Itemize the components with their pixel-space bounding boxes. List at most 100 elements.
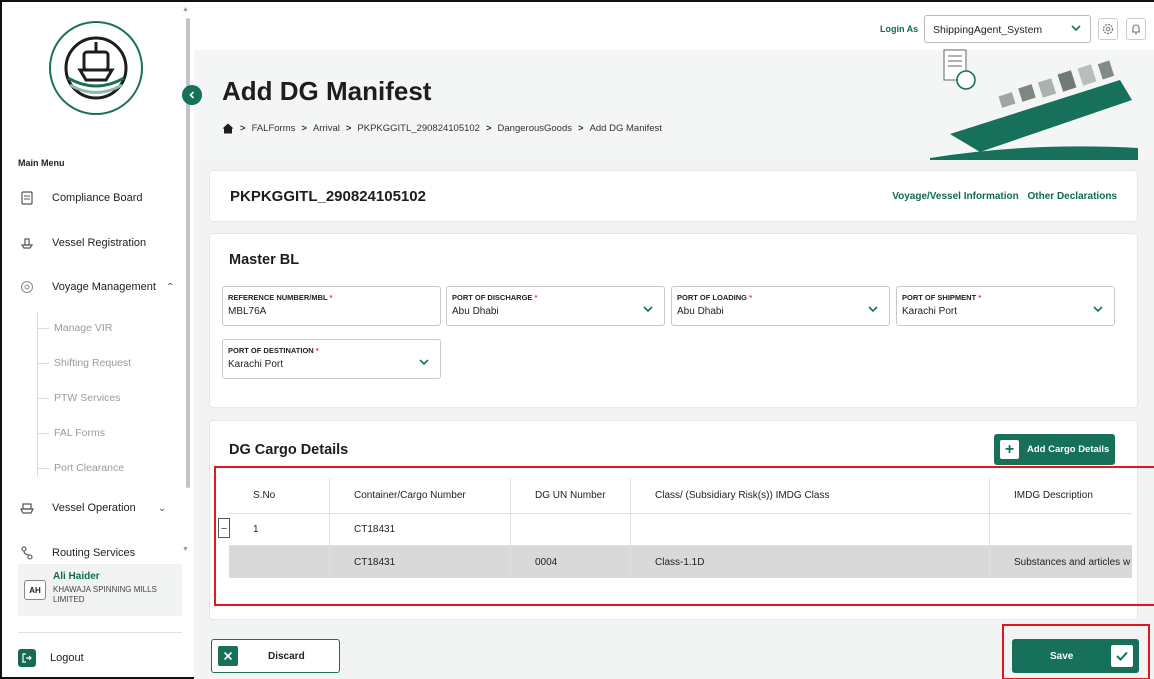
sidebar-subitem-shifting-request[interactable]: Shifting Request <box>54 357 131 369</box>
chevron-down-icon <box>642 301 654 319</box>
sidebar-divider <box>18 632 182 633</box>
add-cargo-label: Add Cargo Details <box>1027 444 1110 455</box>
field-label: PORT OF DISCHARGE * <box>452 293 538 302</box>
clipboard-icon <box>18 189 36 207</box>
chevron-down-icon <box>1070 23 1082 36</box>
field-value: Abu Dhabi <box>452 306 499 317</box>
portverse-logo <box>49 21 143 115</box>
page-title: Add DG Manifest <box>222 76 432 106</box>
save-label: Save <box>1050 650 1074 662</box>
sidebar-item-label: Vessel Registration <box>52 237 147 249</box>
breadcrumb-item[interactable]: PKPKGGITL_290824105102 <box>357 123 480 134</box>
chevron-left-icon <box>189 91 195 99</box>
sidebar-item-compliance-board[interactable]: Compliance Board <box>18 186 143 210</box>
breadcrumb-separator: > <box>240 123 246 134</box>
role-select-value: ShippingAgent_System <box>933 24 1043 36</box>
chevron-down-icon: ⌄ <box>157 502 167 514</box>
route-icon <box>18 544 36 562</box>
dg-cargo-title: DG Cargo Details <box>229 442 349 458</box>
bell-icon <box>1132 24 1140 35</box>
voyage-vessel-information-link[interactable]: Voyage/Vessel Information <box>892 191 1019 202</box>
port-of-destination-select[interactable]: PORT OF DESTINATION * Karachi Port <box>222 339 441 379</box>
home-icon[interactable] <box>222 123 234 134</box>
cargo-ship-illustration <box>930 49 1138 160</box>
reference-number-field[interactable]: REFERENCE NUMBER/MBL * MBL76A <box>222 286 441 326</box>
field-label: PORT OF SHIPMENT * <box>902 293 982 302</box>
sidebar-item-vessel-registration[interactable]: Vessel Registration <box>18 231 146 255</box>
avatar: AH <box>24 580 46 600</box>
main-menu-heading: Main Menu <box>18 158 65 168</box>
logout-icon <box>18 649 36 667</box>
sidebar-item-label: Voyage Management <box>52 281 156 293</box>
logout-button[interactable]: Logout <box>18 649 84 667</box>
settings-button[interactable] <box>1098 18 1118 40</box>
anchor-icon <box>18 278 36 296</box>
login-as-label: Login As <box>880 24 919 34</box>
submenu-tick <box>37 363 49 364</box>
sidebar-subitem-port-clearance[interactable]: Port Clearance <box>54 462 124 474</box>
sidebar-item-label: Routing Services <box>52 547 136 559</box>
gear-icon <box>1102 23 1114 35</box>
role-select[interactable]: ShippingAgent_System <box>924 15 1091 43</box>
chevron-down-icon <box>1092 301 1104 319</box>
user-profile-card[interactable]: AH Ali Haider KHAWAJA SPINNING MILLS LIM… <box>18 564 182 616</box>
field-value: MBL76A <box>228 306 267 317</box>
submenu-tick <box>37 328 49 329</box>
chevron-down-icon <box>867 301 879 319</box>
submenu-tick <box>37 468 49 469</box>
sidebar-item-routing-services[interactable]: Routing Services <box>18 541 135 565</box>
sidebar-subitem-ptw-services[interactable]: PTW Services <box>54 392 121 404</box>
user-organization: KHAWAJA SPINNING MILLS LIMITED <box>53 585 157 604</box>
save-button[interactable]: Save <box>1012 639 1139 673</box>
breadcrumb-separator: > <box>345 123 352 134</box>
other-declarations-link[interactable]: Other Declarations <box>1028 191 1117 202</box>
add-cargo-details-button[interactable]: + Add Cargo Details <box>994 434 1115 465</box>
breadcrumb-separator: > <box>485 123 492 134</box>
sidebar-subitem-manage-vir[interactable]: Manage VIR <box>54 322 112 334</box>
collapse-sidebar-button[interactable] <box>182 85 202 105</box>
master-bl-title: Master BL <box>229 252 300 268</box>
sidebar-subitem-fal-forms[interactable]: FAL Forms <box>54 427 105 439</box>
field-value: Karachi Port <box>228 359 284 370</box>
field-label: PORT OF DESTINATION * <box>228 346 319 355</box>
vir-header-card: PKPKGGITL_290824105102 Voyage/Vessel Inf… <box>209 170 1138 222</box>
discard-button[interactable]: Discard <box>211 639 340 673</box>
chevron-down-icon <box>418 354 430 372</box>
discard-label: Discard <box>268 650 305 662</box>
field-value: Karachi Port <box>902 306 958 317</box>
sidebar-item-voyage-management[interactable]: Voyage Management ⌃ <box>18 275 174 299</box>
close-icon <box>218 646 238 666</box>
breadcrumb-current: Add DG Manifest <box>589 123 662 134</box>
scroll-down-arrow[interactable]: ▼ <box>182 546 189 553</box>
chevron-up-icon: ⌃ <box>165 281 175 293</box>
breadcrumb-item[interactable]: FALForms <box>252 123 296 134</box>
breadcrumb-item[interactable]: Arrival <box>313 123 340 134</box>
card-links: Voyage/Vessel Information Other Declarat… <box>886 191 1117 202</box>
port-of-discharge-select[interactable]: PORT OF DISCHARGE * Abu Dhabi <box>446 286 665 326</box>
field-value: Abu Dhabi <box>677 306 724 317</box>
sidebar-item-label: Vessel Operation <box>52 502 136 514</box>
sidebar-item-vessel-operation[interactable]: Vessel Operation ⌄ <box>18 496 166 520</box>
breadcrumb-separator: > <box>578 123 584 134</box>
breadcrumb-separator: > <box>301 123 307 134</box>
user-name: Ali Haider <box>53 571 100 582</box>
plus-icon: + <box>1000 440 1019 459</box>
vir-number: PKPKGGITL_290824105102 <box>230 188 426 205</box>
submenu-tick <box>37 398 49 399</box>
submenu-guide-line <box>37 312 38 477</box>
notifications-button[interactable] <box>1126 18 1146 40</box>
port-of-shipment-select[interactable]: PORT OF SHIPMENT * Karachi Port <box>896 286 1115 326</box>
port-of-loading-select[interactable]: PORT OF LOADING * Abu Dhabi <box>671 286 890 326</box>
field-label: REFERENCE NUMBER/MBL * <box>228 293 333 302</box>
sidebar: Main Menu Compliance Board Vessel Regist… <box>2 2 192 677</box>
breadcrumb-item[interactable]: DangerousGoods <box>498 123 572 134</box>
highlight-box <box>214 466 1154 606</box>
submenu-tick <box>37 433 49 434</box>
logout-label: Logout <box>50 652 84 664</box>
ship-icon <box>18 234 36 252</box>
breadcrumb: > FALForms > Arrival > PKPKGGITL_2908241… <box>222 123 662 134</box>
cargo-ship-icon <box>18 499 36 517</box>
field-label: PORT OF LOADING * <box>677 293 753 302</box>
sidebar-item-label: Compliance Board <box>52 192 143 204</box>
checkmark-icon <box>1111 645 1133 667</box>
